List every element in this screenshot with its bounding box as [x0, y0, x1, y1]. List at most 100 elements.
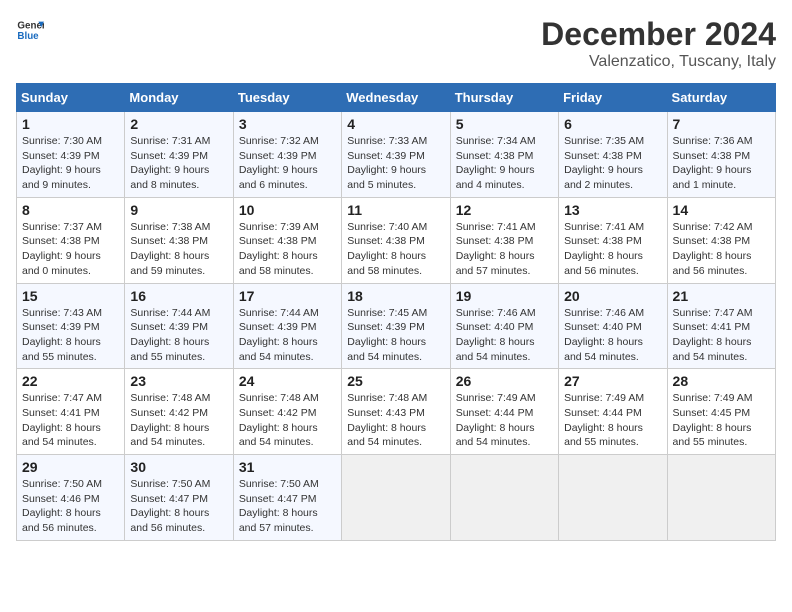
- day-number: 6: [564, 116, 661, 132]
- calendar-cell: 14 Sunrise: 7:42 AM Sunset: 4:38 PM Dayl…: [667, 197, 775, 283]
- month-title: December 2024: [541, 16, 776, 53]
- day-info: Sunrise: 7:36 AM Sunset: 4:38 PM Dayligh…: [673, 134, 770, 193]
- calendar-cell: 18 Sunrise: 7:45 AM Sunset: 4:39 PM Dayl…: [342, 283, 450, 369]
- day-info: Sunrise: 7:34 AM Sunset: 4:38 PM Dayligh…: [456, 134, 553, 193]
- weekday-header-cell: Monday: [125, 84, 233, 112]
- day-info: Sunrise: 7:50 AM Sunset: 4:47 PM Dayligh…: [130, 477, 227, 536]
- calendar-week-row: 29 Sunrise: 7:50 AM Sunset: 4:46 PM Dayl…: [17, 455, 776, 541]
- calendar-body: 1 Sunrise: 7:30 AM Sunset: 4:39 PM Dayli…: [17, 112, 776, 541]
- day-number: 12: [456, 202, 553, 218]
- day-info: Sunrise: 7:44 AM Sunset: 4:39 PM Dayligh…: [239, 306, 336, 365]
- location-title: Valenzatico, Tuscany, Italy: [541, 53, 776, 71]
- calendar-week-row: 22 Sunrise: 7:47 AM Sunset: 4:41 PM Dayl…: [17, 369, 776, 455]
- day-number: 19: [456, 288, 553, 304]
- calendar-cell: 16 Sunrise: 7:44 AM Sunset: 4:39 PM Dayl…: [125, 283, 233, 369]
- day-number: 15: [22, 288, 119, 304]
- calendar-cell: 21 Sunrise: 7:47 AM Sunset: 4:41 PM Dayl…: [667, 283, 775, 369]
- day-info: Sunrise: 7:47 AM Sunset: 4:41 PM Dayligh…: [22, 391, 119, 450]
- day-info: Sunrise: 7:41 AM Sunset: 4:38 PM Dayligh…: [564, 220, 661, 279]
- day-info: Sunrise: 7:49 AM Sunset: 4:45 PM Dayligh…: [673, 391, 770, 450]
- day-info: Sunrise: 7:30 AM Sunset: 4:39 PM Dayligh…: [22, 134, 119, 193]
- calendar-cell: 17 Sunrise: 7:44 AM Sunset: 4:39 PM Dayl…: [233, 283, 341, 369]
- calendar-week-row: 15 Sunrise: 7:43 AM Sunset: 4:39 PM Dayl…: [17, 283, 776, 369]
- weekday-header-cell: Sunday: [17, 84, 125, 112]
- day-number: 8: [22, 202, 119, 218]
- day-number: 11: [347, 202, 444, 218]
- day-number: 13: [564, 202, 661, 218]
- day-info: Sunrise: 7:48 AM Sunset: 4:42 PM Dayligh…: [130, 391, 227, 450]
- calendar-cell: [667, 455, 775, 541]
- calendar-table: SundayMondayTuesdayWednesdayThursdayFrid…: [16, 83, 776, 541]
- calendar-cell: 9 Sunrise: 7:38 AM Sunset: 4:38 PM Dayli…: [125, 197, 233, 283]
- day-info: Sunrise: 7:35 AM Sunset: 4:38 PM Dayligh…: [564, 134, 661, 193]
- day-info: Sunrise: 7:31 AM Sunset: 4:39 PM Dayligh…: [130, 134, 227, 193]
- day-info: Sunrise: 7:43 AM Sunset: 4:39 PM Dayligh…: [22, 306, 119, 365]
- day-number: 18: [347, 288, 444, 304]
- day-info: Sunrise: 7:32 AM Sunset: 4:39 PM Dayligh…: [239, 134, 336, 193]
- calendar-cell: 20 Sunrise: 7:46 AM Sunset: 4:40 PM Dayl…: [559, 283, 667, 369]
- calendar-cell: 12 Sunrise: 7:41 AM Sunset: 4:38 PM Dayl…: [450, 197, 558, 283]
- calendar-cell: 28 Sunrise: 7:49 AM Sunset: 4:45 PM Dayl…: [667, 369, 775, 455]
- day-info: Sunrise: 7:49 AM Sunset: 4:44 PM Dayligh…: [456, 391, 553, 450]
- day-info: Sunrise: 7:44 AM Sunset: 4:39 PM Dayligh…: [130, 306, 227, 365]
- day-info: Sunrise: 7:41 AM Sunset: 4:38 PM Dayligh…: [456, 220, 553, 279]
- day-number: 9: [130, 202, 227, 218]
- weekday-header-cell: Wednesday: [342, 84, 450, 112]
- day-number: 10: [239, 202, 336, 218]
- day-number: 1: [22, 116, 119, 132]
- weekday-header-cell: Tuesday: [233, 84, 341, 112]
- logo: General Blue: [16, 16, 44, 44]
- day-number: 23: [130, 373, 227, 389]
- day-info: Sunrise: 7:46 AM Sunset: 4:40 PM Dayligh…: [564, 306, 661, 365]
- calendar-cell: 23 Sunrise: 7:48 AM Sunset: 4:42 PM Dayl…: [125, 369, 233, 455]
- calendar-cell: [342, 455, 450, 541]
- day-number: 2: [130, 116, 227, 132]
- day-info: Sunrise: 7:45 AM Sunset: 4:39 PM Dayligh…: [347, 306, 444, 365]
- day-info: Sunrise: 7:40 AM Sunset: 4:38 PM Dayligh…: [347, 220, 444, 279]
- weekday-header-cell: Friday: [559, 84, 667, 112]
- calendar-cell: 19 Sunrise: 7:46 AM Sunset: 4:40 PM Dayl…: [450, 283, 558, 369]
- day-number: 31: [239, 459, 336, 475]
- calendar-cell: 30 Sunrise: 7:50 AM Sunset: 4:47 PM Dayl…: [125, 455, 233, 541]
- day-number: 30: [130, 459, 227, 475]
- calendar-cell: [450, 455, 558, 541]
- day-info: Sunrise: 7:48 AM Sunset: 4:43 PM Dayligh…: [347, 391, 444, 450]
- day-number: 14: [673, 202, 770, 218]
- day-number: 29: [22, 459, 119, 475]
- calendar-cell: 27 Sunrise: 7:49 AM Sunset: 4:44 PM Dayl…: [559, 369, 667, 455]
- calendar-cell: 24 Sunrise: 7:48 AM Sunset: 4:42 PM Dayl…: [233, 369, 341, 455]
- day-info: Sunrise: 7:50 AM Sunset: 4:46 PM Dayligh…: [22, 477, 119, 536]
- day-info: Sunrise: 7:38 AM Sunset: 4:38 PM Dayligh…: [130, 220, 227, 279]
- weekday-header-cell: Thursday: [450, 84, 558, 112]
- calendar-cell: 8 Sunrise: 7:37 AM Sunset: 4:38 PM Dayli…: [17, 197, 125, 283]
- calendar-cell: [559, 455, 667, 541]
- calendar-cell: 2 Sunrise: 7:31 AM Sunset: 4:39 PM Dayli…: [125, 112, 233, 198]
- day-info: Sunrise: 7:37 AM Sunset: 4:38 PM Dayligh…: [22, 220, 119, 279]
- calendar-cell: 3 Sunrise: 7:32 AM Sunset: 4:39 PM Dayli…: [233, 112, 341, 198]
- calendar-cell: 31 Sunrise: 7:50 AM Sunset: 4:47 PM Dayl…: [233, 455, 341, 541]
- weekday-header-cell: Saturday: [667, 84, 775, 112]
- calendar-cell: 6 Sunrise: 7:35 AM Sunset: 4:38 PM Dayli…: [559, 112, 667, 198]
- day-info: Sunrise: 7:47 AM Sunset: 4:41 PM Dayligh…: [673, 306, 770, 365]
- calendar-week-row: 1 Sunrise: 7:30 AM Sunset: 4:39 PM Dayli…: [17, 112, 776, 198]
- calendar-cell: 4 Sunrise: 7:33 AM Sunset: 4:39 PM Dayli…: [342, 112, 450, 198]
- day-info: Sunrise: 7:42 AM Sunset: 4:38 PM Dayligh…: [673, 220, 770, 279]
- calendar-cell: 7 Sunrise: 7:36 AM Sunset: 4:38 PM Dayli…: [667, 112, 775, 198]
- day-number: 24: [239, 373, 336, 389]
- day-number: 21: [673, 288, 770, 304]
- day-info: Sunrise: 7:48 AM Sunset: 4:42 PM Dayligh…: [239, 391, 336, 450]
- svg-text:Blue: Blue: [17, 31, 39, 42]
- weekday-header-row: SundayMondayTuesdayWednesdayThursdayFrid…: [17, 84, 776, 112]
- day-number: 3: [239, 116, 336, 132]
- day-number: 7: [673, 116, 770, 132]
- day-number: 22: [22, 373, 119, 389]
- calendar-week-row: 8 Sunrise: 7:37 AM Sunset: 4:38 PM Dayli…: [17, 197, 776, 283]
- day-number: 26: [456, 373, 553, 389]
- day-number: 17: [239, 288, 336, 304]
- calendar-cell: 10 Sunrise: 7:39 AM Sunset: 4:38 PM Dayl…: [233, 197, 341, 283]
- calendar-cell: 25 Sunrise: 7:48 AM Sunset: 4:43 PM Dayl…: [342, 369, 450, 455]
- day-info: Sunrise: 7:39 AM Sunset: 4:38 PM Dayligh…: [239, 220, 336, 279]
- day-info: Sunrise: 7:49 AM Sunset: 4:44 PM Dayligh…: [564, 391, 661, 450]
- page-header: General Blue December 2024 Valenzatico, …: [16, 16, 776, 71]
- day-number: 4: [347, 116, 444, 132]
